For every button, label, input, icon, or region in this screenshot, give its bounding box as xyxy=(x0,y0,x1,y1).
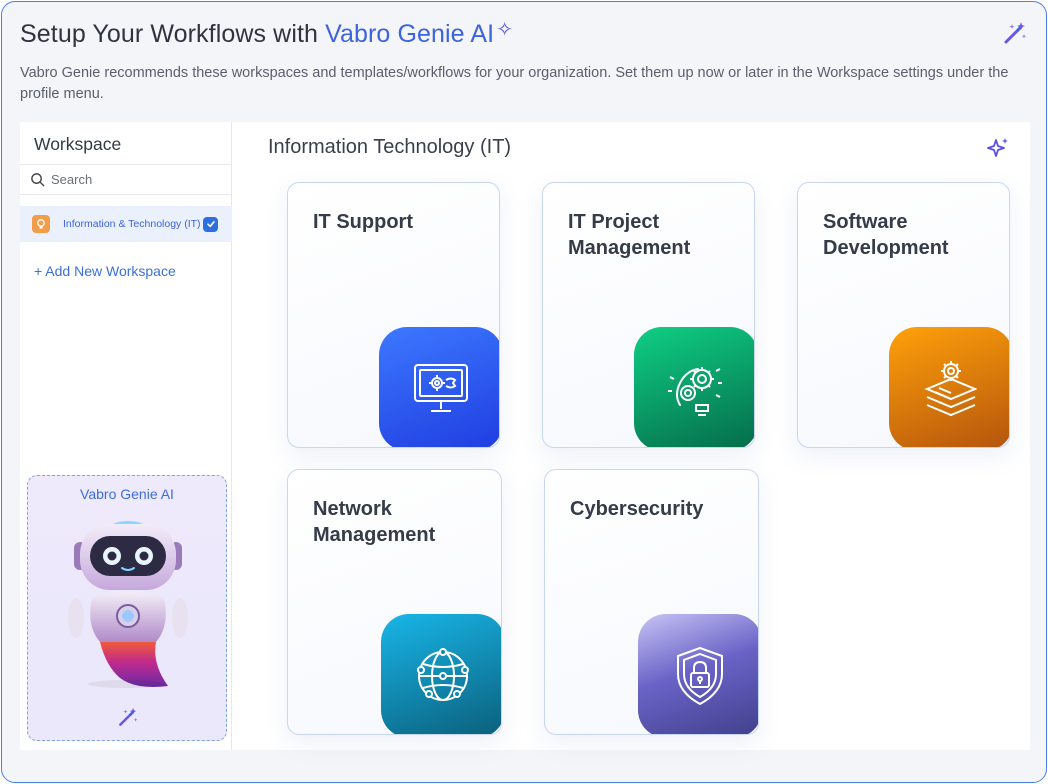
template-card-it-project-management[interactable]: IT Project Management xyxy=(542,182,755,448)
sparkle-icon[interactable] xyxy=(986,136,1010,160)
add-workspace-link[interactable]: + Add New Workspace xyxy=(34,263,176,279)
title-prefix: Setup Your Workflows with xyxy=(20,20,326,48)
workspace-checkbox[interactable] xyxy=(203,216,218,232)
network-tile xyxy=(381,614,501,734)
card-title: IT Support xyxy=(313,211,413,233)
genie-title: Vabro Genie AI xyxy=(80,486,174,502)
it-project-tile xyxy=(634,327,754,447)
magic-wand-icon[interactable] xyxy=(117,706,139,728)
head-gears-icon xyxy=(668,367,722,416)
card-title: Network Management xyxy=(313,498,436,546)
page-subtitle: Vabro Genie recommends these workspaces … xyxy=(20,65,1009,102)
template-card-network-management[interactable]: Network Management xyxy=(287,469,502,735)
software-dev-tile xyxy=(889,327,1009,447)
sparkle-icon: ✧ xyxy=(496,19,514,41)
workspace-title: Information Technology (IT) xyxy=(268,136,512,158)
it-support-tile xyxy=(379,327,499,447)
layers-gear-icon xyxy=(924,361,978,417)
page-title: Setup Your Workflows with Vabro Genie AI… xyxy=(20,19,514,49)
workspace-icon xyxy=(32,215,50,233)
genie-robot-illustration xyxy=(68,521,188,688)
workspace-heading: Workspace xyxy=(34,134,122,154)
cybersecurity-tile xyxy=(638,614,758,734)
card-title: Cybersecurity xyxy=(570,498,704,520)
card-title: Software Development xyxy=(823,211,949,259)
template-card-cybersecurity[interactable]: Cybersecurity xyxy=(544,469,759,735)
magic-wand-icon[interactable] xyxy=(1002,20,1028,46)
template-card-software-development[interactable]: Software Development xyxy=(797,182,1010,448)
content-panel: Workspace Information & Technology (IT) xyxy=(20,122,1030,750)
genie-ai-card[interactable]: Vabro Genie AI xyxy=(27,475,227,741)
sidebar-item-label: Information & Technology (IT) xyxy=(63,218,201,230)
templates-area: Information Technology (IT) IT Support I… xyxy=(233,122,1030,750)
search-box xyxy=(20,164,232,195)
workspace-sidebar: Workspace Information & Technology (IT) xyxy=(20,122,232,750)
title-highlight: Vabro Genie AI xyxy=(325,20,495,48)
template-card-it-support[interactable]: IT Support xyxy=(287,182,500,448)
monitor-gear-icon xyxy=(414,364,468,412)
search-icon xyxy=(31,173,45,187)
globe-network-icon xyxy=(417,648,469,701)
shield-lock-icon xyxy=(677,646,723,706)
card-title: IT Project Management xyxy=(568,211,691,259)
sidebar-item-it-workspace[interactable]: Information & Technology (IT) xyxy=(20,206,232,242)
search-input[interactable] xyxy=(51,172,221,187)
check-icon xyxy=(206,221,215,228)
workflow-setup-dialog: Setup Your Workflows with Vabro Genie AI… xyxy=(1,1,1047,783)
